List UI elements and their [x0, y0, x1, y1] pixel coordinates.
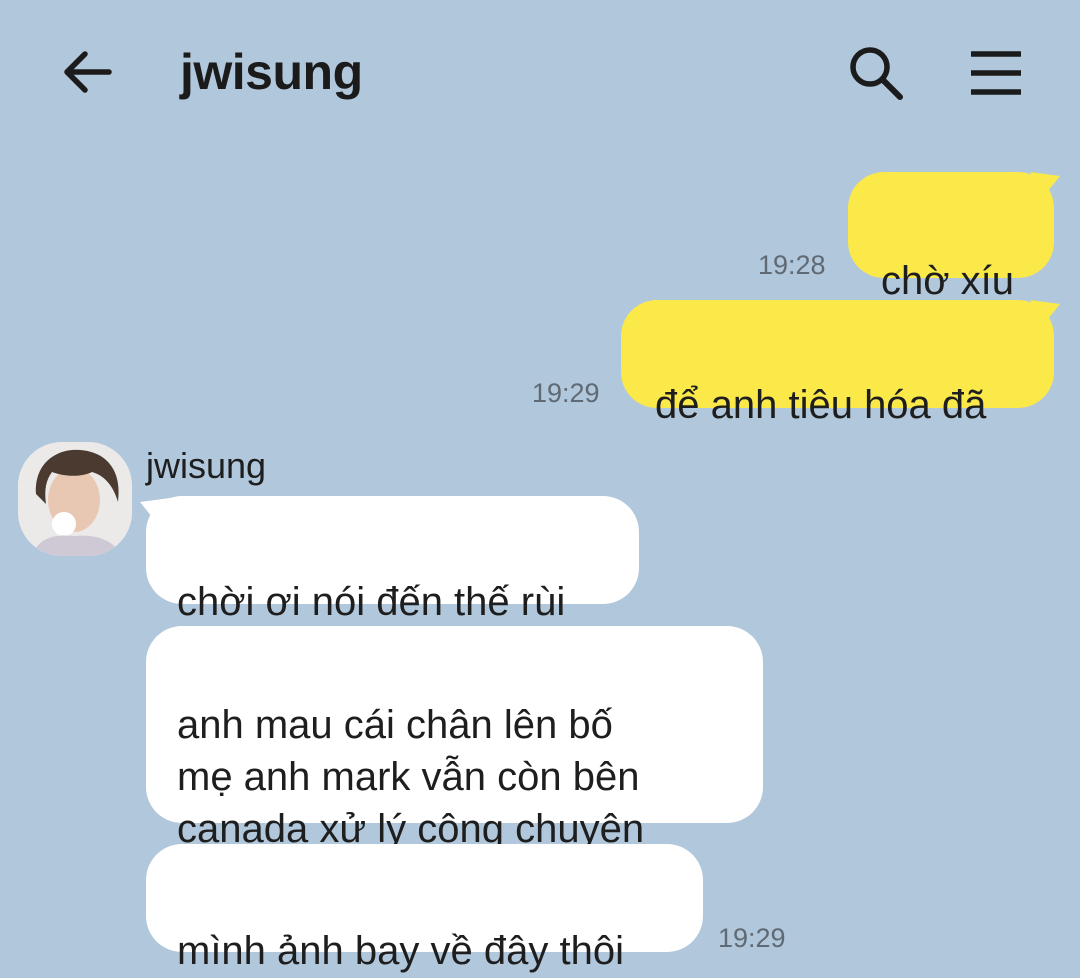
- received-message-bubble[interactable]: chời ơi nói đến thế rùi: [146, 496, 639, 624]
- message-text: mình ảnh bay về đây thôi: [177, 929, 624, 973]
- received-message-bubble[interactable]: anh mau cái chân lên bố mẹ anh mark vẫn …: [146, 626, 763, 851]
- sender-name: jwisung: [146, 445, 267, 486]
- message-text: anh mau cái chân lên bố mẹ anh mark vẫn …: [177, 703, 645, 851]
- message-timestamp: 19:29: [718, 923, 786, 953]
- bubble-tail: [1030, 172, 1060, 196]
- search-icon: [850, 47, 903, 100]
- chat-header: jwisung: [0, 0, 1080, 140]
- bubble-tail: [1030, 300, 1060, 324]
- message-text: chời ơi nói đến thế rùi: [177, 580, 566, 624]
- profile-photo: [18, 442, 132, 556]
- menu-button[interactable]: [960, 38, 1032, 108]
- received-message-bubble[interactable]: mình ảnh bay về đây thôi: [146, 844, 703, 973]
- chat-screen: jwisung chờ xíu 19:28 để anh tiêu hóa đã…: [0, 0, 1080, 978]
- hamburger-menu-icon: [971, 51, 1021, 95]
- back-button[interactable]: [52, 40, 122, 104]
- avatar[interactable]: [18, 442, 132, 556]
- sent-message-bubble[interactable]: chờ xíu: [848, 172, 1054, 303]
- search-button[interactable]: [840, 38, 912, 108]
- message-text: để anh tiêu hóa đã: [655, 383, 987, 427]
- sent-message-bubble[interactable]: để anh tiêu hóa đã: [621, 300, 1054, 427]
- message-timestamp: 19:28: [758, 250, 826, 280]
- message-text: chờ xíu: [881, 259, 1014, 303]
- message-timestamp: 19:29: [532, 378, 600, 408]
- arrow-left-icon: [64, 51, 112, 93]
- chat-title: jwisung: [180, 44, 363, 100]
